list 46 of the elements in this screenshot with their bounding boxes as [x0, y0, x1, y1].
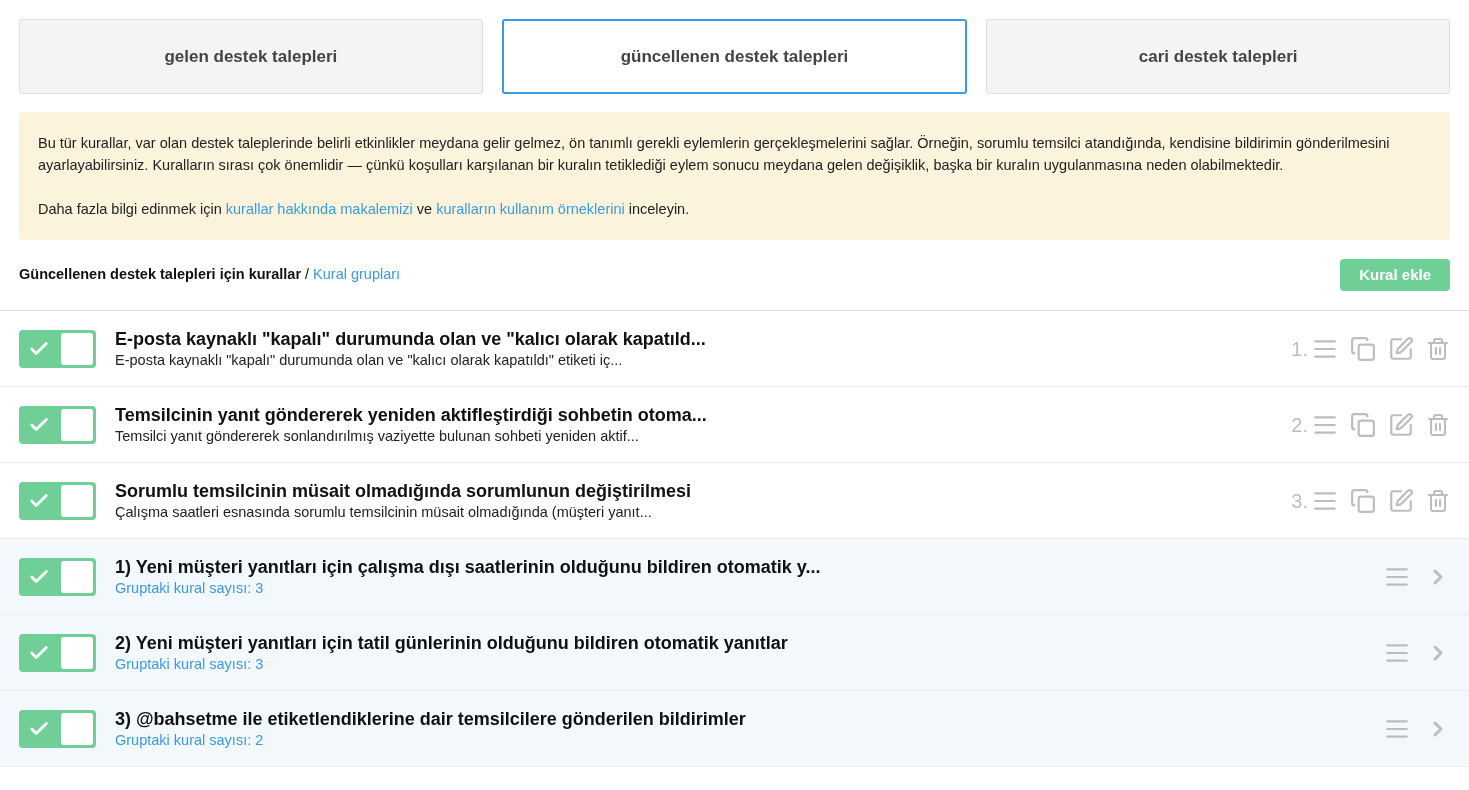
- rule-count: Gruptaki kural sayısı: 3: [115, 578, 265, 598]
- rule-title: Sorumlu temsilcinin müsait olmadığında sorumlunun değiştirilmesi: [115, 479, 693, 503]
- rule-order: 2.: [1291, 412, 1308, 438]
- rule-title: Temsilcinin yanıt göndererek yeniden aktifleştirdiği sohbetin otoma...: [115, 403, 708, 427]
- toggle-knob: [61, 408, 93, 441]
- toggle-switch[interactable]: [19, 557, 96, 596]
- rule-description: Temsilci yanıt göndererek sonlandırılmış vaziyette bulunan sohbeti yeniden aktif...: [115, 426, 640, 446]
- rule-title: 2) Yeni müşteri yanıtları için tatil günlerinin olduğunu bildiren otomatik yanıtlar: [115, 631, 789, 655]
- copy-icon[interactable]: [1350, 335, 1376, 362]
- toggle-switch[interactable]: [19, 633, 96, 672]
- edit-icon[interactable]: [1388, 411, 1414, 438]
- toggle-switch[interactable]: [19, 405, 96, 444]
- toggle-switch[interactable]: [19, 709, 96, 748]
- rule-group-row[interactable]: 3) @bahsetme ile etiketlendiklerine dair temsilcilere gönderilen bildirimler Gruptaki kural sayısı: 2: [0, 691, 1469, 767]
- rule-group-row[interactable]: 2) Yeni müşteri yanıtları için tatil günlerinin olduğunu bildiren otomatik yanıtlar Gruptaki kural sayısı: 3: [0, 615, 1469, 691]
- tab[interactable]: güncellenen destek talepleri: [501, 19, 968, 94]
- toggle-knob: [61, 484, 93, 517]
- toggle-switch[interactable]: [19, 329, 96, 368]
- rule-description: Çalışma saatleri esnasında sorumlu temsilcinin müsait olmadığında (müşteri yanıt...: [115, 502, 653, 522]
- rule-title: E-posta kaynaklı "kapalı" durumunda olan ve "kalıcı olarak kapatıld...: [115, 327, 707, 351]
- rule-group-row[interactable]: 1) Yeni müşteri yanıtları için çalışma dışı saatlerinin olduğunu bildiren otomatik y... Gruptaki kural sayısı: 3: [0, 539, 1469, 615]
- tab[interactable]: cari destek talepleri: [986, 19, 1450, 94]
- rule-count: Gruptaki kural sayısı: 3: [115, 654, 265, 674]
- toggle-knob: [61, 712, 93, 745]
- rule-title: 3) @bahsetme ile etiketlendiklerine dair temsilcilere gönderilen bildirimler: [115, 707, 747, 731]
- trash-icon[interactable]: [1426, 412, 1450, 437]
- breadcrumb-separator: /: [305, 265, 310, 285]
- rule-count: Gruptaki kural sayısı: 2: [115, 730, 265, 750]
- toggle-switch[interactable]: [19, 481, 96, 520]
- rule-description: E-posta kaynaklı "kapalı" durumunda olan ve "kalıcı olarak kapatıldı" etiketi iç...: [115, 350, 624, 370]
- tab[interactable]: gelen destek talepleri: [19, 19, 483, 94]
- notice-text: Daha fazla bilgi edinmek için kurallar hakkında makalemizi ve kuralların kullanım örneklerini inceleyin.: [38, 200, 691, 219]
- edit-icon[interactable]: [1388, 335, 1414, 362]
- rule-title: 1) Yeni müşteri yanıtları için çalışma dışı saatlerinin olduğunu bildiren otomatik y...: [115, 555, 822, 579]
- trash-icon[interactable]: [1426, 488, 1450, 513]
- copy-icon[interactable]: [1350, 487, 1376, 514]
- toggle-knob: [61, 332, 93, 365]
- rule-order: 3.: [1291, 488, 1308, 514]
- notice-text: Bu tür kurallar, var olan destek taleplerinde belirli etkinlikler meydana gelir gelmez, ön tanımlı gerekli eylemlerin gerçekleşmelerini sağlar. Örneğin, sorumlu temsilci atandığında, kendisine bildirimin gönderilmesini ayarlayabilirsiniz. Kuralların sırası çok önemlidir — çünkü koşulları karşılanan bir kuralın tetiklediği eylem sonucu meydana gelen değişiklik, başka bir kuralın uygulanmasına neden olabilmektedir.: [38, 134, 1391, 175]
- toggle-knob: [61, 560, 93, 593]
- copy-icon[interactable]: [1350, 411, 1376, 438]
- edit-icon[interactable]: [1388, 487, 1414, 514]
- breadcrumb-current: Güncellenen destek talepleri için kurallar: [19, 265, 302, 285]
- trash-icon[interactable]: [1426, 336, 1450, 361]
- toggle-knob: [61, 636, 93, 669]
- rule-order: 1.: [1291, 336, 1308, 362]
